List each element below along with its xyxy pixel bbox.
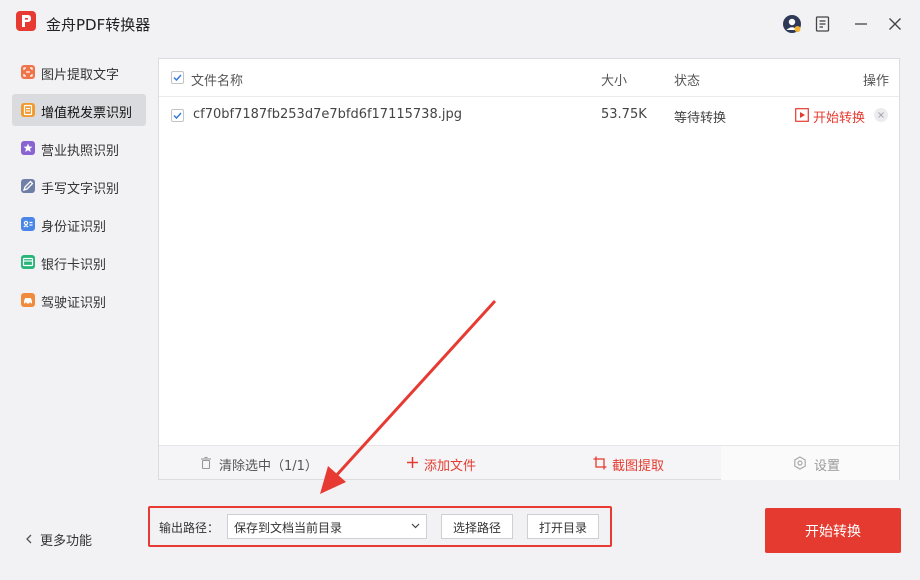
table-header: 文件名称 大小 状态 操作	[159, 59, 899, 97]
chevron-left-icon	[26, 534, 32, 544]
column-header-size[interactable]: 大小	[601, 70, 627, 89]
sidebar-item-label: 增值税发票识别	[41, 106, 133, 121]
screenshot-extract-button[interactable]: 截图提取	[593, 446, 673, 480]
sidebar-item-bank-card[interactable]: 银行卡识别	[12, 246, 146, 278]
clear-selected-label: 清除选中（1/1）	[219, 459, 318, 474]
minimize-icon[interactable]	[851, 14, 871, 34]
sidebar-item-business-license[interactable]: 营业执照识别	[12, 132, 146, 164]
file-list-panel: 文件名称 大小 状态 操作 cf70bf7187fb253d7e7bfd6f17…	[158, 58, 900, 480]
user-avatar-icon[interactable]	[782, 14, 802, 34]
gear-icon	[794, 456, 806, 470]
sidebar-item-label: 手写文字识别	[41, 182, 120, 197]
column-header-status[interactable]: 状态	[674, 70, 700, 89]
app-title: 金舟PDF转换器	[46, 16, 151, 34]
more-functions-label: 更多功能	[40, 534, 93, 549]
sidebar-item-image-text[interactable]: 图片提取文字	[12, 56, 146, 88]
choose-path-button[interactable]: 选择路径	[441, 514, 513, 539]
logo-icon	[16, 11, 36, 31]
open-folder-button[interactable]: 打开目录	[527, 514, 599, 539]
sidebar: 图片提取文字 增值税发票识别 营业执照识别 手写文字识别 身份证识别 银行卡识别…	[12, 56, 146, 322]
select-all-checkbox[interactable]	[171, 71, 184, 84]
add-file-label: 添加文件	[424, 459, 477, 474]
table-row[interactable]: cf70bf7187fb253d7e7bfd6f17115738.jpg 53.…	[159, 97, 899, 135]
sidebar-item-label: 身份证识别	[41, 220, 107, 235]
crop-icon	[593, 456, 607, 470]
settings-button[interactable]: 设置	[793, 446, 853, 480]
pen-icon	[21, 179, 35, 193]
file-size: 53.75K	[601, 107, 647, 122]
row-start-convert-label: 开始转换	[813, 111, 866, 126]
screenshot-extract-label: 截图提取	[612, 459, 665, 474]
start-convert-label: 开始转换	[805, 524, 861, 540]
sidebar-item-label: 图片提取文字	[41, 68, 120, 83]
file-toolbar: 清除选中（1/1） 添加文件 截图提取 设置	[159, 445, 899, 480]
output-path-bar: 输出路径： 保存到文档当前目录 选择路径 打开目录	[148, 506, 612, 547]
file-status: 等待转换	[674, 111, 727, 126]
id-card-icon	[21, 217, 35, 231]
image-text-icon	[21, 65, 35, 79]
sidebar-item-invoice[interactable]: 增值税发票识别	[12, 94, 146, 126]
chevron-down-icon	[411, 523, 420, 529]
output-path-select[interactable]: 保存到文档当前目录	[227, 514, 427, 539]
license-star-icon	[21, 141, 35, 155]
output-path-label: 输出路径：	[159, 521, 220, 535]
plus-icon	[407, 457, 418, 468]
feedback-icon[interactable]	[813, 14, 833, 34]
row-checkbox[interactable]	[171, 109, 184, 122]
title-bar: 金舟PDF转换器	[0, 0, 920, 48]
settings-label: 设置	[814, 459, 841, 474]
sidebar-item-label: 驾驶证识别	[41, 296, 107, 311]
sidebar-item-handwriting[interactable]: 手写文字识别	[12, 170, 146, 202]
column-header-name[interactable]: 文件名称	[191, 70, 243, 89]
choose-path-label: 选择路径	[452, 521, 501, 535]
play-icon	[795, 108, 809, 122]
open-folder-label: 打开目录	[538, 521, 587, 535]
sidebar-item-driver-license[interactable]: 驾驶证识别	[12, 284, 146, 316]
invoice-icon	[21, 103, 35, 117]
add-file-button[interactable]: 添加文件	[406, 446, 486, 480]
car-icon	[21, 293, 35, 307]
row-remove-icon[interactable]	[874, 108, 888, 122]
output-path-value: 保存到文档当前目录	[234, 521, 343, 535]
column-header-action: 操作	[863, 74, 890, 89]
clear-selected-button[interactable]: 清除选中（1/1）	[199, 446, 359, 480]
close-icon[interactable]	[885, 14, 905, 34]
sidebar-item-label: 营业执照识别	[41, 144, 120, 159]
start-convert-button[interactable]: 开始转换	[765, 508, 901, 553]
sidebar-item-id-card[interactable]: 身份证识别	[12, 208, 146, 240]
sidebar-item-label: 银行卡识别	[41, 258, 107, 273]
trash-icon	[201, 456, 211, 470]
bank-card-icon	[21, 255, 35, 269]
file-name: cf70bf7187fb253d7e7bfd6f17115738.jpg	[193, 107, 462, 122]
